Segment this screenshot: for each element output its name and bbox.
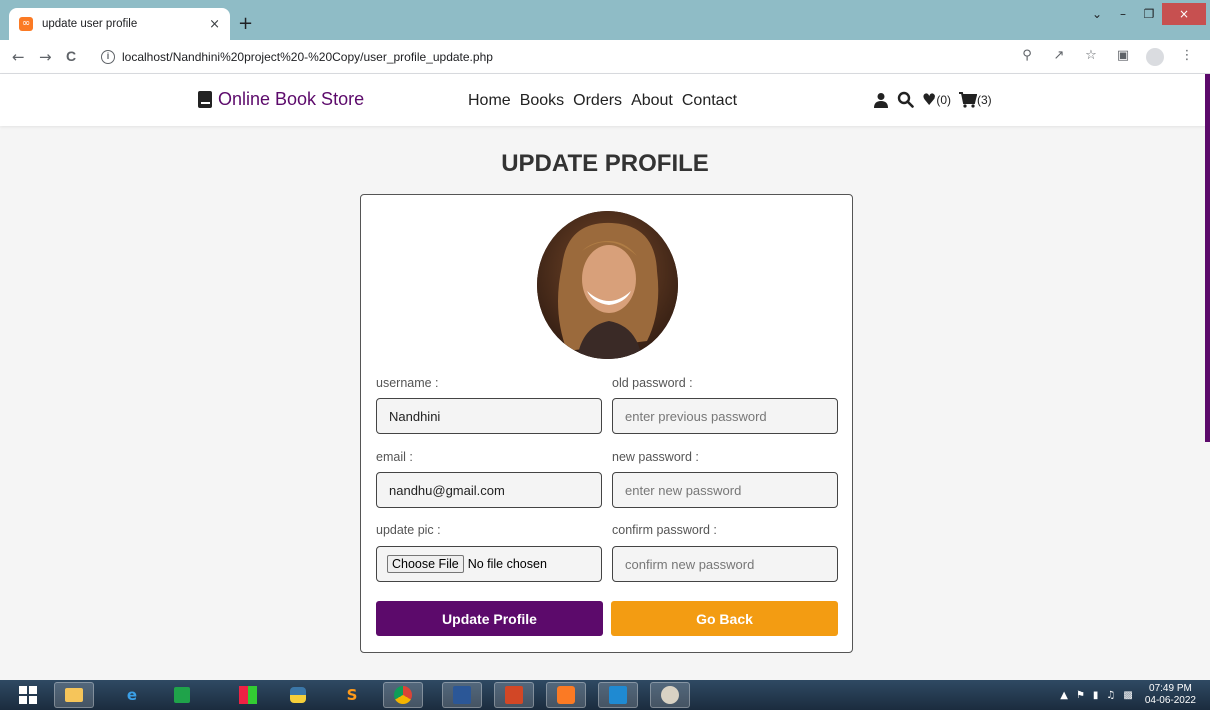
word-icon[interactable] — [442, 682, 482, 708]
update-pic-label: update pic : — [376, 523, 441, 537]
old-password-label: old password : — [612, 376, 693, 390]
internet-explorer-icon[interactable]: e — [112, 682, 152, 708]
taskbar-clock[interactable]: 07:49 PM 04-06-2022 — [1145, 683, 1196, 707]
new-tab-button[interactable]: + — [238, 14, 253, 34]
volume-icon[interactable]: ♫ — [1106, 690, 1115, 701]
back-button[interactable]: ← — [12, 48, 25, 66]
browser-actions: ⚲ ↗ ☆ ▣ ⋮ — [1018, 48, 1196, 70]
profile-update-card: username : Nandhini old password : enter… — [360, 194, 853, 653]
omnibox[interactable]: i localhost/Nandhini%20project%20-%20Cop… — [101, 45, 1101, 69]
book-icon — [198, 91, 212, 108]
bookmark-star-icon[interactable]: ☆ — [1082, 48, 1100, 70]
sublime-text-icon[interactable]: S — [332, 682, 372, 708]
tray-expand-icon[interactable]: ▲ — [1060, 690, 1068, 701]
profile-avatar-icon[interactable] — [1146, 48, 1164, 70]
vscode-icon[interactable] — [598, 682, 638, 708]
site-logo[interactable]: Online Book Store — [198, 89, 364, 110]
tab-title: update user profile — [42, 18, 138, 30]
nav-books[interactable]: Books — [520, 92, 564, 110]
network-icon[interactable]: ▩ — [1123, 690, 1132, 701]
close-window-button[interactable]: × — [1162, 3, 1206, 25]
go-back-button[interactable]: Go Back — [611, 601, 838, 636]
nav-contact[interactable]: Contact — [682, 92, 737, 110]
cart-count: (3) — [977, 92, 992, 107]
restore-button[interactable]: ❐ — [1136, 7, 1162, 21]
confirm-password-label: confirm password : — [612, 523, 717, 537]
store-icon[interactable] — [162, 682, 202, 708]
menu-kebab-icon[interactable]: ⋮ — [1178, 48, 1196, 70]
windows-taskbar: e S ▲ ⚑ ▮ ♫ ▩ 07:49 PM 04-06-2022 — [0, 680, 1210, 710]
old-password-input[interactable]: enter previous password — [612, 398, 838, 434]
minimize-button[interactable]: – — [1110, 7, 1136, 21]
site-info-icon[interactable]: i — [101, 50, 115, 64]
xampp-icon[interactable] — [546, 682, 586, 708]
address-bar: ← → C i localhost/Nandhini%20project%20-… — [0, 40, 1210, 74]
search-icon[interactable] — [897, 91, 914, 108]
browser-tab-strip: ∞ update user profile × + ⌄ – ❐ × — [0, 0, 1210, 40]
username-input[interactable]: Nandhini — [376, 398, 602, 434]
cart-icon — [959, 91, 978, 108]
wishlist-link[interactable]: ♥ (0) — [922, 90, 951, 109]
main-nav: Home Books Orders About Contact — [468, 92, 737, 110]
system-tray: ▲ ⚑ ▮ ♫ ▩ 07:49 PM 04-06-2022 — [1060, 680, 1210, 710]
update-profile-button[interactable]: Update Profile — [376, 601, 603, 636]
forward-button[interactable]: → — [39, 48, 52, 66]
no-file-text: No file chosen — [467, 557, 547, 571]
logo-text: Online Book Store — [218, 89, 365, 109]
nav-about[interactable]: About — [631, 92, 673, 110]
tab-close-icon[interactable]: × — [209, 17, 220, 32]
choose-file-button[interactable]: Choose File — [387, 555, 464, 573]
xampp-favicon-icon: ∞ — [19, 17, 33, 31]
email-label: email : — [376, 450, 413, 464]
page-title: UPDATE PROFILE — [501, 150, 709, 177]
zoom-icon[interactable]: ⚲ — [1018, 48, 1036, 70]
window-controls: ⌄ – ❐ × — [1084, 0, 1210, 28]
tray-icons: ▲ ⚑ ▮ ♫ ▩ — [1060, 690, 1133, 701]
start-button[interactable] — [8, 682, 48, 708]
tab-search-icon[interactable]: ⌄ — [1084, 7, 1110, 21]
new-password-label: new password : — [612, 450, 699, 464]
battery-icon[interactable]: ▮ — [1093, 690, 1099, 701]
powerpoint-icon[interactable] — [494, 682, 534, 708]
color-app-icon[interactable] — [228, 682, 268, 708]
new-password-input[interactable]: enter new password — [612, 472, 838, 508]
page-scrollbar[interactable] — [1205, 74, 1210, 442]
side-panel-icon[interactable]: ▣ — [1114, 48, 1132, 70]
nav-home[interactable]: Home — [468, 92, 511, 110]
nav-orders[interactable]: Orders — [573, 92, 622, 110]
paint-icon[interactable] — [650, 682, 690, 708]
python-icon[interactable] — [278, 682, 318, 708]
url-text[interactable]: localhost/Nandhini%20project%20-%20Copy/… — [122, 50, 493, 64]
user-icon[interactable] — [873, 92, 889, 108]
action-center-icon[interactable]: ⚑ — [1076, 690, 1085, 701]
browser-tab[interactable]: ∞ update user profile × — [9, 8, 230, 40]
heart-icon: ♥ — [922, 90, 937, 109]
confirm-password-input[interactable]: confirm new password — [612, 546, 838, 582]
clock-date: 04-06-2022 — [1144, 695, 1196, 706]
username-label: username : — [376, 376, 439, 390]
wishlist-count: (0) — [936, 92, 952, 107]
update-pic-input[interactable]: Choose File No file chosen — [376, 546, 602, 582]
clock-time: 07:49 PM — [1149, 683, 1192, 694]
header-icons: ♥ (0) (3) — [873, 90, 992, 109]
chrome-icon[interactable] — [383, 682, 423, 708]
site-header: Online Book Store Home Books Orders Abou… — [0, 74, 1210, 126]
reload-button[interactable]: C — [66, 48, 76, 64]
profile-picture — [537, 211, 678, 359]
file-explorer-icon[interactable] — [54, 682, 94, 708]
email-input[interactable]: nandhu@gmail.com — [376, 472, 602, 508]
share-icon[interactable]: ↗ — [1050, 48, 1068, 70]
cart-link[interactable]: (3) — [959, 91, 992, 108]
